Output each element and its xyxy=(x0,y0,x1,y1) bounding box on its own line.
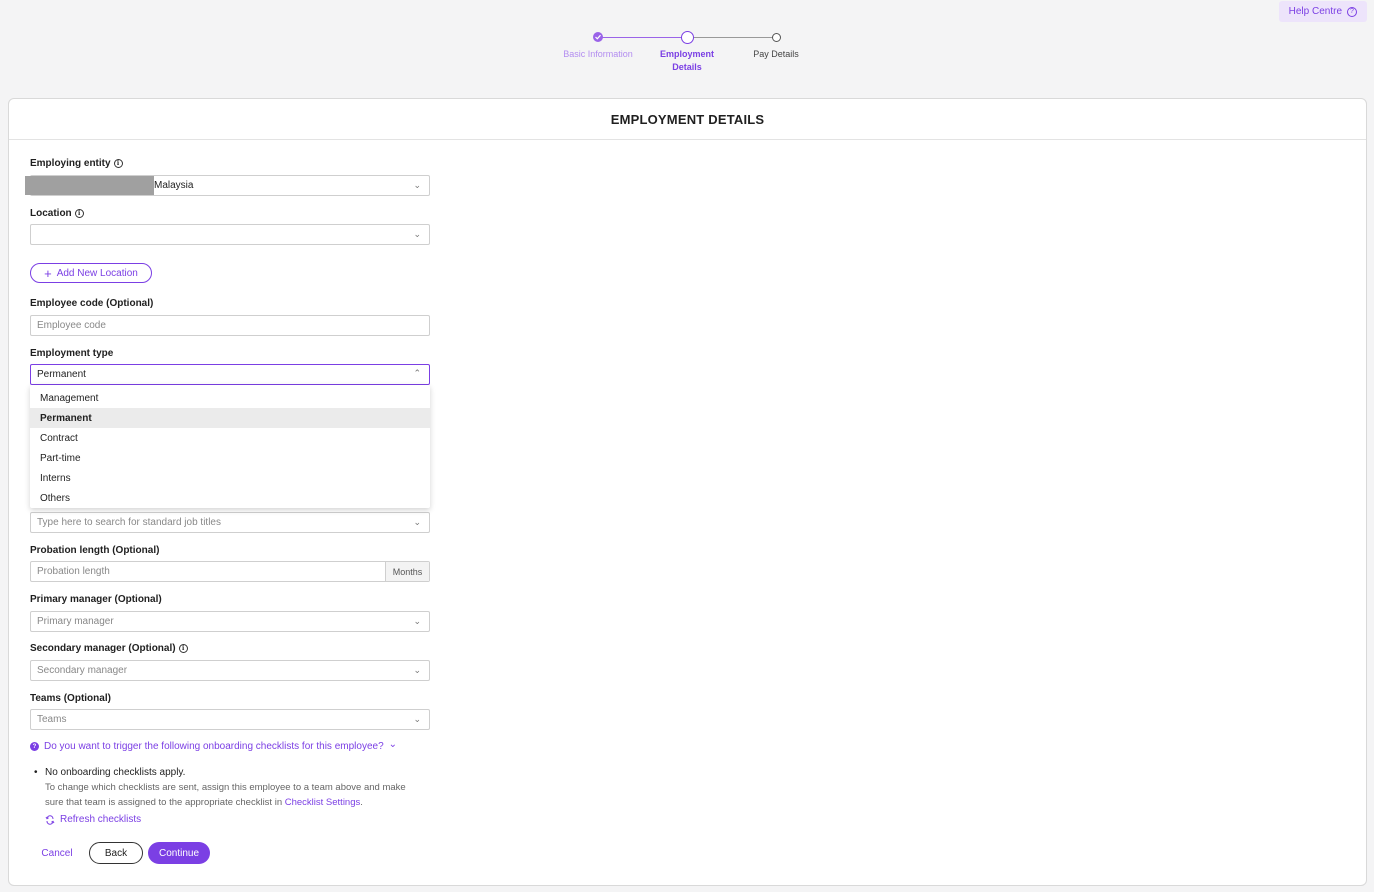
chevron-down-icon: ⌄ xyxy=(413,180,421,190)
option-interns[interactable]: Interns xyxy=(30,468,430,488)
probation-input[interactable]: Probation length Months xyxy=(30,561,430,582)
info-icon: i xyxy=(113,159,123,168)
job-title-placeholder: Type here to search for standard job tit… xyxy=(37,517,221,528)
help-centre-button[interactable]: Help Centre ? xyxy=(1278,1,1367,22)
employment-type-value: Permanent xyxy=(37,369,86,380)
info-icon: i xyxy=(178,644,188,653)
question-circle-icon: ? xyxy=(1347,6,1357,17)
secondary-manager-select[interactable]: Secondary manager ⌄ xyxy=(30,660,430,681)
option-part-time[interactable]: Part-time xyxy=(30,448,430,468)
option-contract[interactable]: Contract xyxy=(30,428,430,448)
months-suffix: Months xyxy=(385,562,429,581)
back-button[interactable]: Back xyxy=(89,842,143,864)
chevron-down-icon: ⌄ xyxy=(388,739,398,750)
progress-stepper: Basic Information Employment Details Pay… xyxy=(560,30,810,80)
refresh-icon xyxy=(45,814,55,825)
option-permanent[interactable]: Permanent xyxy=(30,408,430,428)
chevron-down-icon: ⌄ xyxy=(413,665,421,675)
primary-manager-placeholder: Primary manager xyxy=(37,616,114,627)
continue-button[interactable]: Continue xyxy=(148,842,210,864)
step-pay-details: Pay Details xyxy=(753,49,799,59)
employment-type-label: Employment type xyxy=(30,348,114,359)
primary-manager-label: Primary manager (Optional) xyxy=(30,594,162,605)
chevron-down-icon: ⌄ xyxy=(413,229,421,239)
step-basic-information: Basic Information xyxy=(563,49,633,59)
employee-code-placeholder: Employee code xyxy=(37,320,106,331)
location-label-text: Location xyxy=(30,208,72,219)
plus-icon: + xyxy=(44,265,52,281)
cancel-button[interactable]: Cancel xyxy=(33,842,81,864)
primary-manager-select[interactable]: Primary manager ⌄ xyxy=(30,611,430,632)
chevron-down-icon: ⌄ xyxy=(413,714,421,724)
checklist-note: To change which checklists are sent, ass… xyxy=(45,780,425,810)
employment-type-select[interactable]: Permanent ⌃ xyxy=(30,364,430,385)
checklist-question: Do you want to trigger the following onb… xyxy=(44,741,384,752)
employing-entity-value: Malaysia xyxy=(154,180,194,191)
location-select[interactable]: ⌄ xyxy=(30,224,430,245)
employing-entity-select[interactable]: Malaysia ⌄ xyxy=(25,175,430,196)
secondary-manager-label-text: Secondary manager (Optional) xyxy=(30,643,176,654)
job-title-select[interactable]: Type here to search for standard job tit… xyxy=(30,512,430,533)
probation-label: Probation length (Optional) xyxy=(30,545,160,556)
refresh-checklists-label: Refresh checklists xyxy=(60,814,142,825)
no-checklists-text: No onboarding checklists apply. xyxy=(45,767,186,778)
teams-label: Teams (Optional) xyxy=(30,693,111,704)
chevron-up-icon: ⌃ xyxy=(413,368,421,378)
secondary-manager-placeholder: Secondary manager xyxy=(37,665,128,676)
option-management[interactable]: Management xyxy=(30,388,430,408)
step-1-check-icon xyxy=(593,32,603,42)
redacted-block xyxy=(25,176,154,195)
employee-code-input[interactable]: Employee code xyxy=(30,315,430,336)
employing-entity-label-text: Employing entity xyxy=(30,158,111,169)
chevron-down-icon: ⌄ xyxy=(413,616,421,626)
refresh-checklists-button[interactable]: Refresh checklists xyxy=(45,814,141,825)
checklist-toggle[interactable]: ? Do you want to trigger the following o… xyxy=(30,739,398,752)
employee-code-label: Employee code (Optional) xyxy=(30,298,154,309)
step-3-marker xyxy=(772,33,781,42)
option-others[interactable]: Others xyxy=(30,488,430,508)
stepper-line-upcoming xyxy=(693,37,773,38)
chevron-down-icon: ⌄ xyxy=(413,517,421,527)
step-employment-details: Employment Details xyxy=(659,49,714,72)
checklist-settings-link[interactable]: Checklist Settings xyxy=(285,797,361,808)
employing-entity-label: Employing entity i xyxy=(30,158,123,169)
location-label: Location i xyxy=(30,208,84,219)
add-new-location-label: Add New Location xyxy=(56,267,138,279)
info-icon: i xyxy=(74,209,84,218)
teams-placeholder: Teams xyxy=(37,714,67,725)
employment-type-dropdown: Management Permanent Contract Part-time … xyxy=(30,385,430,508)
stepper-line-done xyxy=(602,37,683,38)
page-title: EMPLOYMENT DETAILS xyxy=(9,99,1366,140)
bullet-dot: • xyxy=(34,767,38,778)
secondary-manager-label: Secondary manager (Optional) i xyxy=(30,643,188,654)
add-new-location-button[interactable]: + Add New Location xyxy=(30,263,152,283)
teams-select[interactable]: Teams ⌄ xyxy=(30,709,430,730)
help-centre-label: Help Centre xyxy=(1288,6,1342,17)
question-circle-icon: ? xyxy=(30,742,39,751)
probation-placeholder: Probation length xyxy=(37,566,110,577)
step-2-current-marker xyxy=(681,31,694,44)
checklist-note-end: . xyxy=(360,797,363,808)
